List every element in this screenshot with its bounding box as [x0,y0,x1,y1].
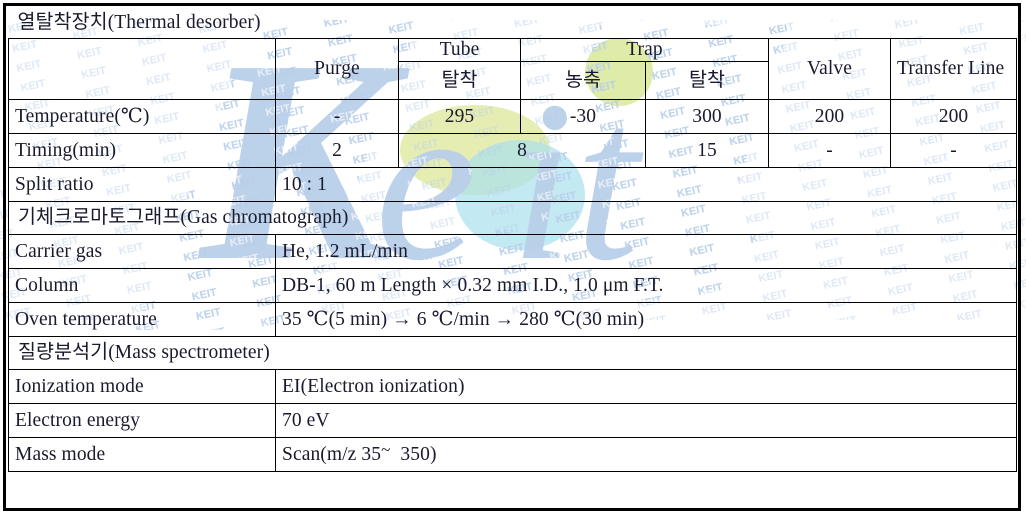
header-blank-cell [8,37,276,101]
table-row: Oven temperature 35 ℃(5 min) → 6 ℃/min →… [8,302,1018,338]
row-label-electron-energy: Electron energy [8,403,276,439]
table-row: Timing(min) 2 8 15 - - [8,133,1018,169]
cell-temperature-trap-concentrate: -30 [520,99,646,135]
table-row: Temperature(℃) - 295 -30 300 200 200 [8,99,1018,135]
mass-mode-suffix: 350) [400,443,437,465]
cell-split-ratio-value: 10 : 1 [274,167,1018,203]
row-label-split-ratio: Split ratio [8,167,276,203]
row-label-carrier-gas: Carrier gas [8,234,276,270]
row-label-ionization-mode: Ionization mode [8,369,276,405]
header-transfer-line: Transfer Line [889,37,1018,101]
row-label-temperature: Temperature(℃) [8,99,276,135]
header-purge: Purge [275,37,399,101]
cell-timing-purge: 2 [275,133,399,169]
cell-temperature-tube-desorb: 295 [398,99,521,135]
table-row: Split ratio 10 : 1 [8,167,1018,203]
header-trap-desorb: 탈착 [645,61,769,101]
spec-table-container: 열탈착장치(Thermal desorber) Purge Tube Trap … [7,8,1018,473]
analysis-conditions-table: 열탈착장치(Thermal desorber) Purge Tube Trap … [7,8,1018,473]
cell-timing-transfer-line: - [889,133,1018,169]
document-page: KEIT K e i t KEIT [0,0,1026,516]
section-title-mass-spectrometer: 질량분석기(Mass spectrometer) [7,336,1018,371]
cell-carrier-gas-value: He, 1.2 mL/min [274,234,1018,270]
header-tube-desorb: 탈착 [398,61,521,101]
section-header-row: 질량분석기(Mass spectrometer) [7,336,1018,371]
mass-mode-prefix: Scan(m/z 35 [282,443,382,465]
table-header-row-1: Purge Tube Trap Valve Transfer Line [8,37,1018,101]
row-label-oven-temperature: Oven temperature [8,302,276,338]
row-label-column: Column [8,268,276,304]
cell-temperature-transfer-line: 200 [889,99,1018,135]
cell-temperature-valve: 200 [768,99,891,135]
table-row: Column DB-1, 60 m Length × 0.32 mm I.D.,… [8,268,1018,304]
header-valve: Valve [768,37,891,101]
cell-column-value: DB-1, 60 m Length × 0.32 mm I.D., 1.0 μm… [274,268,1018,304]
cell-temperature-trap-desorb: 300 [645,99,769,135]
header-trap-concentrate: 농축 [520,61,646,101]
cell-ionization-mode-value: EI(Electron ionization) [274,369,1018,405]
cell-electron-energy-value: 70 eV [274,403,1018,439]
section-header-row: 기체크로마토그래프(Gas chromatograph) [7,201,1018,236]
row-label-mass-mode: Mass mode [8,437,276,473]
table-row: Mass mode Scan(m/z 35~ 350) [8,437,1018,473]
cell-oven-temperature-value: 35 ℃(5 min) → 6 ℃/min → 280 ℃(30 min) [274,302,1018,338]
cell-timing-valve: - [768,133,891,169]
section-title-gas-chromatograph: 기체크로마토그래프(Gas chromatograph) [7,201,1018,236]
table-row: Electron energy 70 eV [8,403,1018,439]
header-trap: Trap [520,37,769,63]
cell-timing-trap-desorb: 15 [645,133,769,169]
row-label-timing: Timing(min) [8,133,276,169]
cell-mass-mode-value: Scan(m/z 35~ 350) [274,437,1018,473]
mass-mode-tilde: ~ [381,439,391,459]
table-row: Ionization mode EI(Electron ionization) [8,369,1018,405]
table-row: Carrier gas He, 1.2 mL/min [8,234,1018,270]
cell-temperature-purge: - [275,99,399,135]
section-header-row: 열탈착장치(Thermal desorber) [8,8,1017,39]
header-tube: Tube [398,37,521,63]
section-title-thermal-desorber: 열탈착장치(Thermal desorber) [8,8,1017,39]
cell-timing-tube-and-trap-concentrate: 8 [398,133,646,169]
